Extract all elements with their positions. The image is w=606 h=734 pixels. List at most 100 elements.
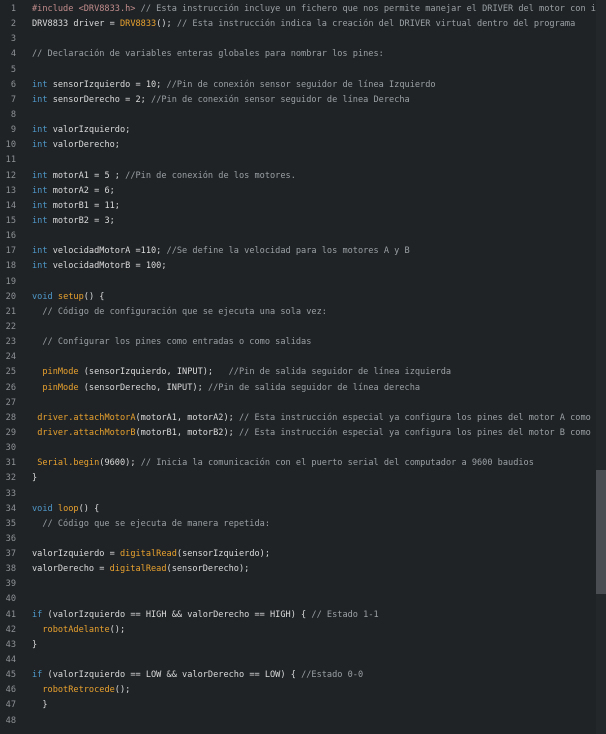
- code-line[interactable]: 24: [0, 350, 596, 365]
- line-number: 21: [5, 306, 16, 317]
- code-line[interactable]: 38 valorDerecho = digitalRead(sensorDerec…: [0, 562, 596, 577]
- code-line[interactable]: 8: [0, 108, 596, 123]
- code-line[interactable]: 18 int velocidadMotorB = 100;: [0, 259, 596, 274]
- code-line[interactable]: 37 valorIzquierdo = digitalRead(sensorIzq…: [0, 547, 596, 562]
- code-line-text: if (valorIzquierdo == LOW && valorDerech…: [32, 668, 363, 683]
- code-line[interactable]: 42 robotAdelante();: [0, 623, 596, 638]
- code-token: int: [32, 215, 48, 226]
- code-token: ();: [114, 685, 131, 696]
- code-line[interactable]: 30: [0, 441, 596, 456]
- code-line[interactable]: 21 // Código de configuración que se eje…: [0, 305, 596, 320]
- code-line[interactable]: 15 int motorB2 = 3;: [0, 214, 596, 229]
- code-line[interactable]: 25 pinMode (sensorIzquierdo, INPUT); //P…: [0, 365, 596, 380]
- code-line[interactable]: 45 if (valorIzquierdo == LOW && valorDere…: [0, 668, 596, 683]
- code-line[interactable]: 4 // Declaración de variables enteras glo…: [0, 47, 596, 62]
- code-token: setup: [57, 291, 84, 302]
- code-line[interactable]: 1 #include <DRV8833.h> // Esta instrucció…: [0, 2, 606, 17]
- line-number: 22: [5, 321, 16, 332]
- code-line-text: int sensorDerecho = 2; //Pin de conexión…: [32, 93, 410, 108]
- code-token: pinMode: [42, 382, 79, 393]
- code-token: int: [32, 170, 48, 181]
- code-line[interactable]: 16: [0, 229, 596, 244]
- code-line[interactable]: 22: [0, 320, 596, 335]
- code-line[interactable]: 44: [0, 653, 596, 668]
- code-line[interactable]: 6 int sensorIzquierdo = 10; //Pin de cone…: [0, 78, 596, 93]
- code-editor[interactable]: 1 #include <DRV8833.h> // Esta instrucció…: [0, 0, 606, 734]
- code-line[interactable]: 29 driver.attachMotorB(motorB1, motorB2)…: [0, 426, 606, 441]
- code-line[interactable]: 17 int velocidadMotorA =110; //Se define …: [0, 244, 596, 259]
- code-line-text: #include <DRV8833.h> // Esta instrucción…: [32, 2, 606, 17]
- code-line[interactable]: 12 int motorA1 = 5 ; //Pin de conexión de…: [0, 169, 596, 184]
- code-token: int: [32, 185, 48, 196]
- code-token: sensorIzquierdo = 10;: [47, 79, 167, 90]
- code-line[interactable]: 40: [0, 592, 596, 607]
- code-line[interactable]: 2 DRV8833 driver = DRV8833(); // Esta ins…: [0, 17, 596, 32]
- code-line[interactable]: 3: [0, 32, 596, 47]
- line-number: 29: [5, 427, 16, 438]
- line-number: 42: [5, 624, 16, 635]
- code-line[interactable]: 34 void loop() {: [0, 502, 596, 517]
- code-line[interactable]: 5: [0, 63, 596, 78]
- code-token: velocidadMotorA =110;: [47, 246, 167, 257]
- code-line[interactable]: 10 int valorDerecho;: [0, 138, 596, 153]
- code-line[interactable]: 33: [0, 487, 596, 502]
- code-line[interactable]: 26 pinMode (sensorDerecho, INPUT); //Pin…: [0, 381, 596, 396]
- code-line[interactable]: 48: [0, 714, 596, 729]
- code-token: }: [32, 473, 38, 484]
- code-line[interactable]: 27: [0, 396, 596, 411]
- code-line[interactable]: 23 // Configurar los pines como entradas…: [0, 335, 596, 350]
- code-line-text: int motorB1 = 11;: [32, 199, 120, 214]
- code-token: valorDerecho;: [47, 140, 120, 151]
- line-number: 10: [5, 140, 16, 151]
- code-token: #include <DRV8833.h>: [32, 4, 136, 14]
- code-line-text: // Declaración de variables enteras glob…: [32, 47, 384, 62]
- code-token: (9600);: [99, 458, 141, 469]
- code-line[interactable]: 20 void setup() {: [0, 290, 596, 305]
- line-number: 24: [5, 352, 16, 363]
- code-line-text: }: [32, 471, 37, 486]
- code-line[interactable]: 19: [0, 275, 596, 290]
- code-line[interactable]: 9 int valorIzquierdo;: [0, 123, 596, 138]
- code-line[interactable]: 36: [0, 532, 596, 547]
- code-token: int: [32, 94, 48, 105]
- code-line[interactable]: 35 // Código que se ejecuta de manera re…: [0, 517, 596, 532]
- code-line-text: // Código que se ejecuta de manera repet…: [32, 517, 270, 532]
- line-number: 2: [10, 19, 16, 30]
- code-line[interactable]: 7 int sensorDerecho = 2; //Pin de conexió…: [0, 93, 596, 108]
- code-line[interactable]: 47 }: [0, 698, 596, 713]
- code-token: int: [32, 261, 48, 272]
- code-token: (sensorDerecho);: [166, 564, 250, 575]
- line-number: 27: [5, 397, 16, 408]
- line-number: 41: [5, 609, 16, 620]
- code-line[interactable]: 11: [0, 153, 596, 168]
- line-number: 15: [5, 215, 16, 226]
- code-line[interactable]: 43}: [0, 638, 596, 653]
- code-token: ();: [156, 19, 177, 30]
- code-line-text: valorDerecho = digitalRead(sensorDerecho…: [32, 562, 249, 577]
- line-number: 39: [5, 579, 16, 590]
- line-number: 11: [5, 155, 16, 166]
- code-line[interactable]: 13 int motorA2 = 6;: [0, 184, 596, 199]
- code-area[interactable]: 1 #include <DRV8833.h> // Esta instrucció…: [0, 2, 606, 729]
- line-number: 25: [5, 367, 16, 378]
- code-token: // Esta instrucción indica la creación d…: [176, 19, 576, 30]
- line-number: 16: [5, 231, 16, 242]
- code-line-text: int valorDerecho;: [32, 138, 120, 153]
- line-number: 44: [5, 655, 16, 666]
- vertical-scrollbar-track[interactable]: [596, 0, 606, 734]
- code-line[interactable]: 46 robotRetrocede();: [0, 683, 596, 698]
- code-token: }: [32, 700, 48, 711]
- code-line[interactable]: 28 driver.attachMotorA(motorA1, motorA2)…: [0, 411, 606, 426]
- line-number: 47: [5, 700, 16, 711]
- code-line[interactable]: 32}: [0, 471, 596, 486]
- code-line[interactable]: 41 if (valorIzquierdo == HIGH && valorDer…: [0, 608, 596, 623]
- code-line[interactable]: 39: [0, 577, 596, 592]
- code-line[interactable]: 31 Serial.begin(9600); // Inicia la comu…: [0, 456, 596, 471]
- vertical-scrollbar-thumb[interactable]: [596, 470, 606, 594]
- code-line[interactable]: 14 int motorB1 = 11;: [0, 199, 596, 214]
- code-token: }: [32, 639, 38, 650]
- code-line-text: // Código de configuración que se ejecut…: [32, 305, 327, 320]
- code-token: motorA2 = 6;: [47, 185, 115, 196]
- code-token: DRV8833: [119, 19, 157, 30]
